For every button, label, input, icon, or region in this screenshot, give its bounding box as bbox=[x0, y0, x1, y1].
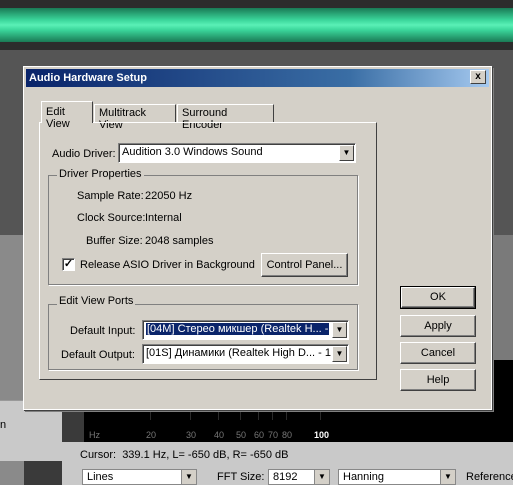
frequency-ruler: Hz 20 30 40 50 60 70 80 100 bbox=[84, 428, 513, 442]
control-panel-label: Control Panel... bbox=[266, 259, 343, 271]
fft-size-value: 8192 bbox=[273, 471, 298, 483]
chevron-down-icon: ▼ bbox=[181, 470, 196, 484]
audio-driver-label: Audio Driver: bbox=[52, 148, 116, 160]
window-select[interactable]: Hanning ▼ bbox=[338, 469, 456, 485]
default-output-value: [01S] Динамики (Realtek High D... - 1 bbox=[146, 347, 331, 359]
ruler-tick: 80 bbox=[282, 430, 293, 440]
chevron-down-icon: ▼ bbox=[339, 145, 354, 161]
default-input-select[interactable]: [04M] Стерео микшер (Realtek H... - ▼ bbox=[142, 320, 349, 340]
help-button[interactable]: Help bbox=[400, 369, 476, 391]
buffer-size-value: 2048 samples bbox=[145, 235, 214, 247]
ruler-tick: Hz bbox=[89, 430, 100, 440]
cancel-label: Cancel bbox=[420, 347, 456, 359]
cursor-label: Cursor: bbox=[80, 449, 117, 461]
tab-multitrack-view[interactable]: Multitrack View bbox=[94, 104, 176, 131]
apply-label: Apply bbox=[424, 320, 452, 332]
dialog-title-bar[interactable]: Audio Hardware Setup bbox=[26, 69, 489, 87]
window-value: Hanning bbox=[343, 471, 384, 483]
reference-label: Reference bbox=[466, 471, 513, 483]
lines-select[interactable]: Lines ▼ bbox=[82, 469, 197, 485]
buffer-size-label: Buffer Size: bbox=[86, 235, 143, 247]
dialog-title: Audio Hardware Setup bbox=[29, 72, 147, 84]
sample-rate-value: 22050 Hz bbox=[145, 190, 193, 202]
driver-properties-legend: Driver Properties bbox=[57, 168, 144, 180]
apply-button[interactable]: Apply bbox=[400, 315, 476, 337]
ok-label: OK bbox=[430, 291, 446, 303]
left-panel-text: n bbox=[0, 419, 7, 431]
fft-size-select[interactable]: 8192 ▼ bbox=[268, 469, 330, 485]
tab-label: Edit View bbox=[46, 106, 70, 130]
default-output-label: Default Output: bbox=[61, 349, 135, 361]
ruler-tick: 100 bbox=[314, 430, 330, 440]
checkmark-icon: ✓ bbox=[63, 258, 74, 270]
tab-edit-view[interactable]: Edit View bbox=[41, 101, 93, 130]
chevron-down-icon: ▼ bbox=[314, 470, 329, 484]
cursor-value: 339.1 Hz, L= -650 dB, R= -650 dB bbox=[122, 449, 289, 461]
default-input-label: Default Input: bbox=[70, 325, 136, 337]
chevron-down-icon: ▼ bbox=[332, 322, 347, 338]
sample-rate-label: Sample Rate: bbox=[77, 190, 144, 202]
help-label: Help bbox=[426, 374, 450, 386]
tab-surround-encoder[interactable]: Surround Encoder bbox=[177, 104, 274, 131]
ruler-tick: 50 bbox=[236, 430, 247, 440]
close-button[interactable]: x bbox=[470, 70, 486, 84]
fft-size-label: FFT Size: bbox=[217, 471, 265, 483]
cursor-readout: Cursor: 339.1 Hz, L= -650 dB, R= -650 dB bbox=[80, 449, 289, 461]
chevron-down-icon: ▼ bbox=[332, 346, 347, 362]
ruler-tick: 60 bbox=[254, 430, 265, 440]
clock-source-label: Clock Source: bbox=[77, 212, 146, 224]
default-input-value: [04M] Стерео микшер (Realtek H... - bbox=[146, 323, 330, 335]
default-output-select[interactable]: [01S] Динамики (Realtek High D... - 1 ▼ bbox=[142, 344, 349, 364]
clock-source-value: Internal bbox=[145, 212, 182, 224]
ruler-tick: 20 bbox=[146, 430, 157, 440]
chevron-down-icon: ▼ bbox=[440, 470, 455, 484]
ok-button[interactable]: OK bbox=[400, 286, 476, 309]
ruler-tick: 30 bbox=[186, 430, 197, 440]
audio-driver-select[interactable]: Audition 3.0 Windows Sound ▼ bbox=[118, 143, 356, 163]
audio-driver-value: Audition 3.0 Windows Sound bbox=[122, 146, 263, 158]
ruler-tick: 70 bbox=[268, 430, 279, 440]
release-asio-checkbox[interactable]: ✓ bbox=[62, 258, 75, 271]
level-meter bbox=[0, 8, 513, 42]
control-panel-button[interactable]: Control Panel... bbox=[261, 253, 348, 277]
audio-hardware-setup-dialog: Audio Hardware Setup x Edit View Multitr… bbox=[23, 66, 492, 410]
release-asio-label: Release ASIO Driver in Background bbox=[80, 259, 255, 271]
edit-view-ports-legend: Edit View Ports bbox=[57, 295, 136, 307]
lines-value: Lines bbox=[87, 471, 114, 483]
close-icon: x bbox=[475, 71, 481, 82]
ruler-tick: 40 bbox=[214, 430, 225, 440]
cancel-button[interactable]: Cancel bbox=[400, 342, 476, 364]
